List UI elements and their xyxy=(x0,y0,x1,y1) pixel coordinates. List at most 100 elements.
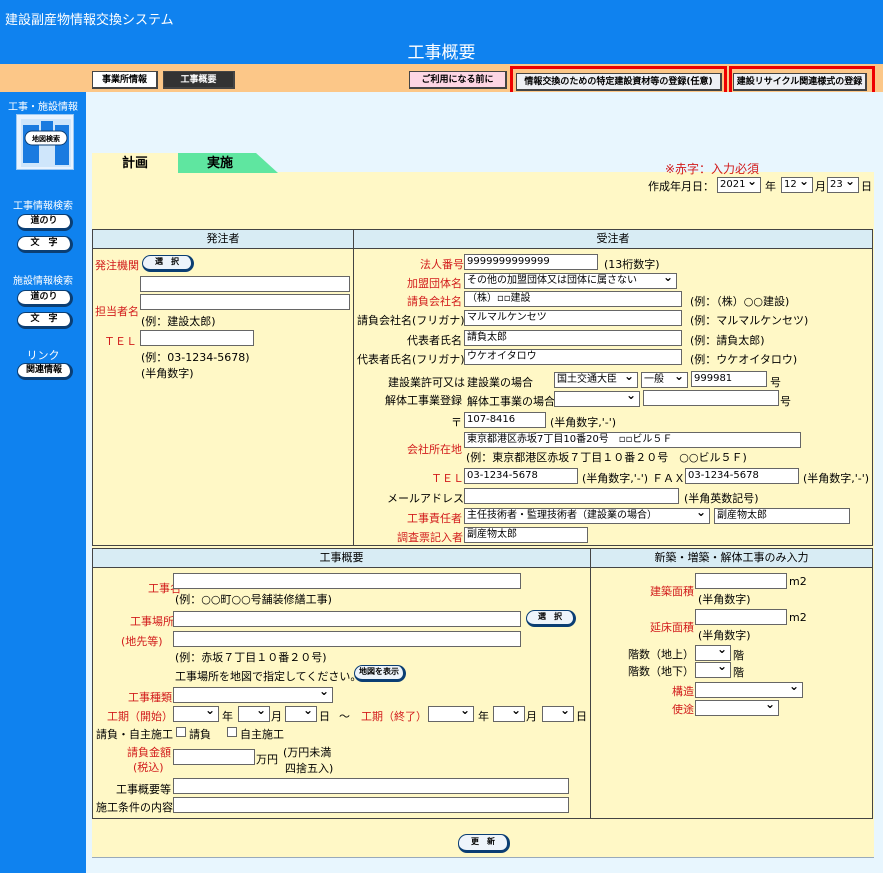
orderer-tel-hint: (半角数字) xyxy=(141,367,194,380)
creation-year-select[interactable]: 2021 xyxy=(717,177,761,193)
use-select[interactable] xyxy=(695,700,779,716)
corp-no-label: 法人番号 xyxy=(420,258,464,271)
project-type-select[interactable] xyxy=(173,687,333,703)
demolition-unit: 号 xyxy=(780,395,791,408)
sidebar-project-facility-label: 工事・施設情報 xyxy=(8,102,78,113)
company-field[interactable]: （株）▫▫建設 xyxy=(464,291,682,307)
system-title: 建設副産物情報交換システム xyxy=(5,13,174,28)
day-unit: 日 xyxy=(861,180,872,193)
show-map-button[interactable]: 地図を表示 xyxy=(354,665,406,682)
creation-month-select[interactable]: 12 xyxy=(781,177,813,193)
assoc-select[interactable]: その他の加盟団体又は団体に属さない xyxy=(464,273,677,289)
self-checkbox[interactable] xyxy=(227,727,237,737)
manager-type-select[interactable]: 主任技術者・監理技術者（建設業の場合） xyxy=(464,508,710,524)
conditions-field[interactable] xyxy=(173,797,569,813)
rep-label: 代表者氏名 xyxy=(407,334,462,347)
facility-road-button[interactable]: 道のり xyxy=(17,290,73,307)
end-month-select[interactable] xyxy=(493,706,525,722)
project-road-button[interactable]: 道のり xyxy=(17,214,73,231)
start-day-select[interactable] xyxy=(285,706,317,722)
update-button[interactable]: 更 新 xyxy=(458,834,510,853)
related-info-button[interactable]: 関連情報 xyxy=(17,363,73,380)
project-type-label: 工事種類 xyxy=(128,691,172,704)
orderer-tel-field[interactable] xyxy=(140,330,254,346)
fax-field[interactable]: 03-1234-5678 xyxy=(685,468,799,484)
map-instruction: 工事場所を地図で指定してください。 xyxy=(175,670,362,683)
self-option: 自主施工 xyxy=(240,728,284,741)
fax-hint: (半角数字,'-') xyxy=(803,472,870,485)
site-detail-field[interactable] xyxy=(173,631,521,647)
address-example: (例：東京都港区赤坂７丁目１０番２０号 ○○ビル５Ｆ) xyxy=(466,451,747,464)
corp-no-field[interactable]: 9999999999999 xyxy=(464,254,598,270)
tab-plan[interactable]: 計画 xyxy=(92,153,178,175)
end-day-unit: 日 xyxy=(576,710,587,723)
corp-no-hint: (13桁数字) xyxy=(604,258,660,271)
filler-field[interactable]: 副産物太郎 xyxy=(464,527,588,543)
building-area-hint: (半角数字) xyxy=(698,593,751,606)
end-year-select[interactable] xyxy=(428,706,474,722)
summary-label: 工事概要等 xyxy=(116,783,171,796)
address-field[interactable]: 東京都港区赤坂7丁目10番20号 ▫▫ビル５Ｆ xyxy=(464,432,801,448)
project-name-field[interactable] xyxy=(173,573,521,589)
tab-execution[interactable]: 実施 xyxy=(190,153,250,175)
demolition-no-field[interactable] xyxy=(643,390,779,406)
floors-above-unit: 階 xyxy=(733,649,744,662)
nav-project-overview-button[interactable]: 工事概要 xyxy=(163,71,235,89)
demolition-select[interactable] xyxy=(554,391,640,407)
amount-field[interactable] xyxy=(173,749,255,765)
license-no-field[interactable]: 999981 xyxy=(691,371,767,387)
contract-checkbox[interactable] xyxy=(176,727,186,737)
company-example: (例：（株）○○建設) xyxy=(690,295,790,308)
facility-text-button[interactable]: 文 字 xyxy=(17,312,73,329)
summary-field[interactable] xyxy=(173,778,569,794)
license-minister-select[interactable]: 国土交通大臣 xyxy=(554,372,638,388)
agency-field-1[interactable] xyxy=(140,276,350,292)
end-month-unit: 月 xyxy=(526,710,537,723)
floors-below-unit: 階 xyxy=(733,666,744,679)
rep-example: (例：請負太郎) xyxy=(690,334,765,347)
nav-office-info-button[interactable]: 事業所情報 xyxy=(92,71,158,89)
structure-select[interactable] xyxy=(695,682,803,698)
agency-select-button[interactable]: 選 択 xyxy=(142,255,194,272)
company-kana-field[interactable]: マルマルケンセツ xyxy=(464,310,682,326)
creation-day-select[interactable]: 23 xyxy=(827,177,859,193)
contractor-tel-hint: (半角数字,'-') xyxy=(582,472,649,485)
person-label: 担当者名 xyxy=(95,305,139,318)
required-notice: ※赤字：入力必須 xyxy=(665,162,760,176)
start-year-select[interactable] xyxy=(173,706,219,722)
end-day-select[interactable] xyxy=(542,706,574,722)
manager-name-field[interactable]: 副産物太郎 xyxy=(714,508,850,524)
site-field[interactable] xyxy=(173,611,521,627)
postal-field[interactable]: 107-8416 xyxy=(464,412,546,428)
period-end-label: 工期（終了） xyxy=(361,710,427,723)
floors-below-select[interactable] xyxy=(695,662,731,678)
start-month-unit: 月 xyxy=(271,710,282,723)
header-bar: 建設副産物情報交換システム 工事概要 xyxy=(0,0,883,64)
rep-kana-field[interactable]: ウケオイタロウ xyxy=(464,349,682,365)
email-field[interactable] xyxy=(464,488,679,504)
contract-label: 請負・自主施工 xyxy=(96,728,173,741)
floors-above-select[interactable] xyxy=(695,645,731,661)
site-detail-label: (地先等) xyxy=(121,635,163,648)
project-search-label: 工事情報検索 xyxy=(13,201,73,212)
person-field[interactable] xyxy=(140,294,350,310)
contractor-tel-field[interactable]: 03-1234-5678 xyxy=(464,468,578,484)
period-tilde: ～ xyxy=(339,710,350,723)
nav-before-use-button[interactable]: ご利用になる前に xyxy=(409,71,507,89)
building-area-field[interactable] xyxy=(695,573,787,589)
rep-field[interactable]: 請負太郎 xyxy=(464,330,682,346)
map-search-icon[interactable]: 地図検索 xyxy=(16,114,74,170)
license-type-select[interactable]: 一般 xyxy=(641,372,688,388)
start-month-select[interactable] xyxy=(238,706,270,722)
demolition-case-label: 解体工事業の場合 xyxy=(467,395,555,408)
project-text-button[interactable]: 文 字 xyxy=(17,236,73,253)
assoc-label: 加盟団体名 xyxy=(407,277,462,290)
page-title: 工事概要 xyxy=(407,43,476,63)
site-select-button[interactable]: 選 択 xyxy=(526,610,576,627)
orderer-header: 発注者 xyxy=(92,229,354,249)
floor-area-label: 延床面積 xyxy=(650,621,694,634)
contractor-header: 受注者 xyxy=(353,229,873,249)
floor-area-field[interactable] xyxy=(695,609,787,625)
demolition-label: 解体工事業登録 xyxy=(385,394,462,407)
site-example: (例：赤坂７丁目１０番２０号) xyxy=(175,651,327,664)
